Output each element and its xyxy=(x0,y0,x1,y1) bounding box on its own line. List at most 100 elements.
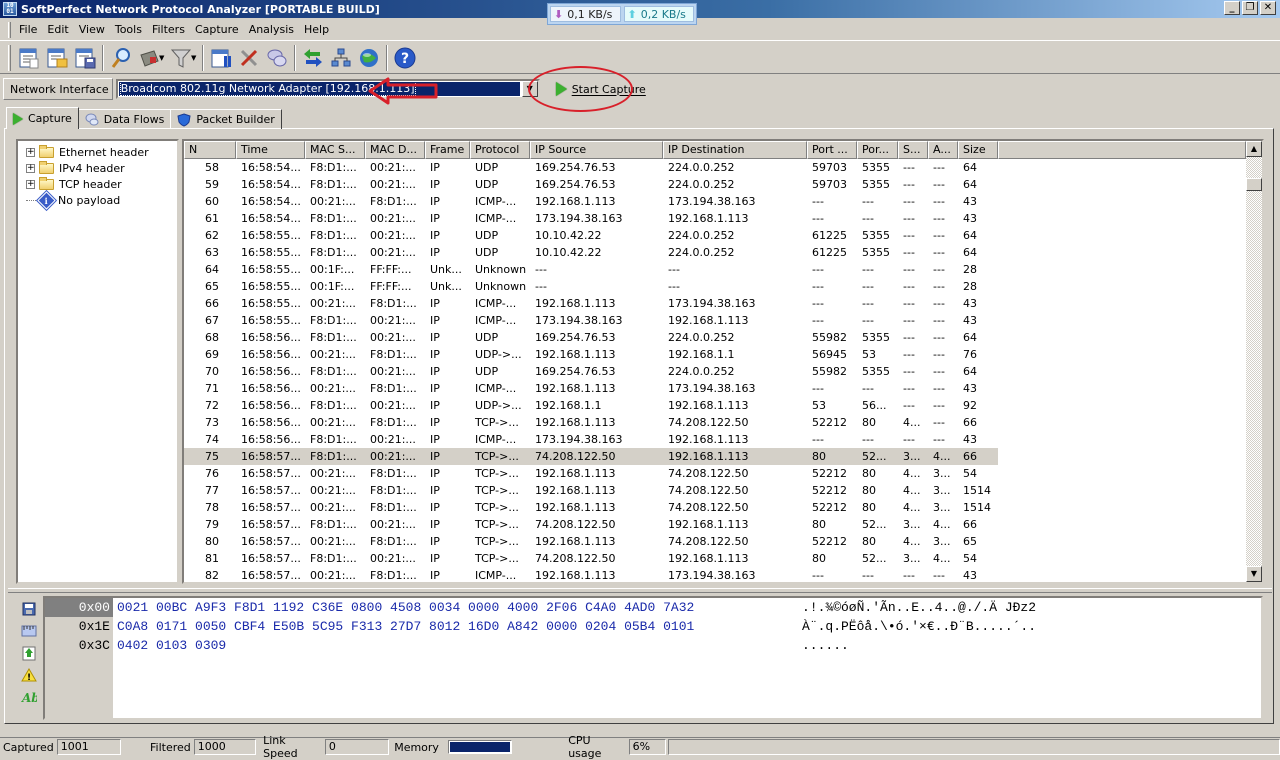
menu-filters[interactable]: Filters xyxy=(147,21,190,38)
table-row[interactable]: 71 16:58:56... 00:21:... F8:D1:... IP ICMP-..… xyxy=(184,380,1246,397)
table-row[interactable]: 65 16:58:55... 00:1F:... FF:FF:... Unk... Unk… xyxy=(184,278,1246,295)
panel-splitter[interactable] xyxy=(8,588,1272,593)
table-row[interactable]: 78 16:58:57... 00:21:... F8:D1:... IP TCP->..… xyxy=(184,499,1246,516)
table-row[interactable]: 62 16:58:55... F8:D1:... 00:21:... IP UDP 10.1… xyxy=(184,227,1246,244)
menu-view[interactable]: View xyxy=(74,21,110,38)
column-header-seq[interactable]: S... xyxy=(898,141,928,159)
column-header-port-source[interactable]: Port ... xyxy=(807,141,857,159)
cell-port-source: --- xyxy=(812,297,824,310)
expand-icon[interactable]: + xyxy=(26,179,35,189)
expand-icon[interactable]: + xyxy=(26,163,35,173)
table-row[interactable]: 60 16:58:54... 00:21:... F8:D1:... IP ICMP-..… xyxy=(184,193,1246,210)
tab-packet-builder[interactable]: Packet Builder xyxy=(170,109,282,129)
network-interface-select[interactable]: Broadcom 802.11g Network Adapter [192.16… xyxy=(115,79,540,99)
column-header-port-destination[interactable]: Por... xyxy=(857,141,898,159)
table-row[interactable]: 63 16:58:55... F8:D1:... 00:21:... IP UDP 10.1… xyxy=(184,244,1246,261)
column-header-ip-source[interactable]: IP Source xyxy=(530,141,663,159)
menu-edit[interactable]: Edit xyxy=(42,21,73,38)
menu-file[interactable]: File xyxy=(14,21,42,38)
table-row[interactable]: 67 16:58:55... F8:D1:... 00:21:... IP ICMP-..… xyxy=(184,312,1246,329)
table-row[interactable]: 70 16:58:56... F8:D1:... 00:21:... IP UDP 169.… xyxy=(184,363,1246,380)
table-row[interactable]: 69 16:58:56... 00:21:... F8:D1:... IP UDP->..… xyxy=(184,346,1246,363)
table-row[interactable]: 80 16:58:57... 00:21:... F8:D1:... IP TCP->..… xyxy=(184,533,1246,550)
chat-button[interactable] xyxy=(263,44,291,72)
scroll-thumb[interactable] xyxy=(1246,178,1262,191)
data-flows-button[interactable] xyxy=(299,44,327,72)
expand-icon[interactable]: + xyxy=(26,147,35,157)
column-header-n[interactable]: N xyxy=(184,141,236,159)
save-capture-button[interactable] xyxy=(71,44,99,72)
table-row[interactable]: 77 16:58:57... 00:21:... F8:D1:... IP TCP->..… xyxy=(184,482,1246,499)
table-row[interactable]: 82 16:58:57... 00:21:... F8:D1:... IP ICMP-..… xyxy=(184,567,1246,582)
table-row[interactable]: 59 16:58:54... F8:D1:... 00:21:... IP UDP 169.… xyxy=(184,176,1246,193)
menu-tools[interactable]: Tools xyxy=(110,21,147,38)
table-row[interactable]: 81 16:58:57... F8:D1:... 00:21:... IP TCP->..… xyxy=(184,550,1246,567)
vertical-scrollbar[interactable]: ▲ ▼ xyxy=(1246,141,1262,582)
cell-time: 16:58:56... xyxy=(241,416,301,429)
minimize-button[interactable]: _ xyxy=(1224,1,1240,15)
scroll-up-button[interactable]: ▲ xyxy=(1246,141,1262,157)
ruler-icon[interactable] xyxy=(21,623,37,639)
cell-port-source: 52212 xyxy=(812,484,847,497)
cell-time: 16:58:57... xyxy=(236,448,305,465)
table-row[interactable]: 79 16:58:57... F8:D1:... 00:21:... IP TCP->..… xyxy=(184,516,1246,533)
scroll-down-button[interactable]: ▼ xyxy=(1246,566,1262,582)
table-row[interactable]: 75 16:58:57... F8:D1:... 00:21:... IP TCP->..… xyxy=(184,448,1246,465)
column-header-filler xyxy=(998,141,1246,159)
columns-button[interactable] xyxy=(207,44,235,72)
hex-ascii[interactable]: .!.¾©óøÑ.'Ãn..E..4..@./.Ä JÐz2 À¨.q.PËôå… xyxy=(802,598,1036,655)
cell-size: 64 xyxy=(963,178,977,191)
column-header-ip-destination[interactable]: IP Destination xyxy=(663,141,807,159)
column-header-size[interactable]: Size xyxy=(958,141,998,159)
tab-capture[interactable]: Capture xyxy=(6,107,79,129)
tree-item-ethernet-header[interactable]: + Ethernet header xyxy=(18,144,177,160)
table-row[interactable]: 72 16:58:56... F8:D1:... 00:21:... IP UDP->..… xyxy=(184,397,1246,414)
help-button[interactable]: ? xyxy=(391,44,419,72)
bookmark-button[interactable] xyxy=(135,44,163,72)
tools-button[interactable] xyxy=(235,44,263,72)
menu-analysis[interactable]: Analysis xyxy=(244,21,299,38)
menu-capture[interactable]: Capture xyxy=(190,21,244,38)
menu-help[interactable]: Help xyxy=(299,21,334,38)
column-header-time[interactable]: Time xyxy=(236,141,305,159)
cell-n: 67 xyxy=(205,314,219,327)
find-button[interactable] xyxy=(107,44,135,72)
column-header-mac-source[interactable]: MAC S... xyxy=(305,141,365,159)
hex-dump[interactable]: 0x00 0x1E 0x3C 0021 00BC A9F3 F8D1 1192 … xyxy=(43,596,1263,720)
tree-item-no-payload[interactable]: i No payload xyxy=(18,190,177,210)
table-row[interactable]: 74 16:58:56... F8:D1:... 00:21:... IP ICMP-..… xyxy=(184,431,1246,448)
font-icon[interactable]: Ab xyxy=(21,689,37,705)
cell-port-source: --- xyxy=(812,433,824,446)
tree-item-tcp-header[interactable]: + TCP header xyxy=(18,176,177,192)
table-row[interactable]: 66 16:58:55... 00:21:... F8:D1:... IP ICMP-..… xyxy=(184,295,1246,312)
table-row[interactable]: 76 16:58:57... 00:21:... F8:D1:... IP TCP->..… xyxy=(184,465,1246,482)
globe-button[interactable] xyxy=(355,44,383,72)
tree-item-ipv4-header[interactable]: + IPv4 header xyxy=(18,160,177,176)
table-row[interactable]: 68 16:58:56... F8:D1:... 00:21:... IP UDP 169.… xyxy=(184,329,1246,346)
restore-button[interactable]: ❐ xyxy=(1242,1,1258,15)
hex-bytes[interactable]: 0021 00BC A9F3 F8D1 1192 C36E 0800 4508 … xyxy=(117,598,694,655)
column-header-mac-destination[interactable]: MAC D... xyxy=(365,141,425,159)
cell-time: 16:58:57... xyxy=(241,467,301,480)
column-header-frame[interactable]: Frame xyxy=(425,141,470,159)
menu-bar: File Edit View Tools Filters Capture Ana… xyxy=(0,19,1280,41)
save-icon[interactable] xyxy=(21,601,37,617)
export-icon[interactable] xyxy=(21,645,37,661)
cell-n: 58 xyxy=(205,161,219,174)
network-button[interactable] xyxy=(327,44,355,72)
column-header-protocol[interactable]: Protocol xyxy=(470,141,530,159)
cell-seq: --- xyxy=(903,178,915,191)
table-row[interactable]: 58 16:58:54... F8:D1:... 00:21:... IP UDP 169.… xyxy=(184,159,1246,176)
table-row[interactable]: 61 16:58:54... F8:D1:... 00:21:... IP ICMP-..… xyxy=(184,210,1246,227)
open-capture-button[interactable] xyxy=(43,44,71,72)
table-row[interactable]: 64 16:58:55... 00:1F:... FF:FF:... Unk... Unk… xyxy=(184,261,1246,278)
tab-data-flows[interactable]: Data Flows xyxy=(77,109,172,129)
table-row[interactable]: 73 16:58:56... 00:21:... F8:D1:... IP TCP->..… xyxy=(184,414,1246,431)
cell-ip-source: 169.254.76.53 xyxy=(535,365,616,378)
column-header-ack[interactable]: A... xyxy=(928,141,958,159)
warning-icon[interactable]: ! xyxy=(21,667,37,683)
close-button[interactable]: ✕ xyxy=(1260,1,1276,15)
filter-button[interactable] xyxy=(167,44,195,72)
cell-ip-destination: 192.168.1.113 xyxy=(668,552,749,565)
new-capture-button[interactable] xyxy=(15,44,43,72)
